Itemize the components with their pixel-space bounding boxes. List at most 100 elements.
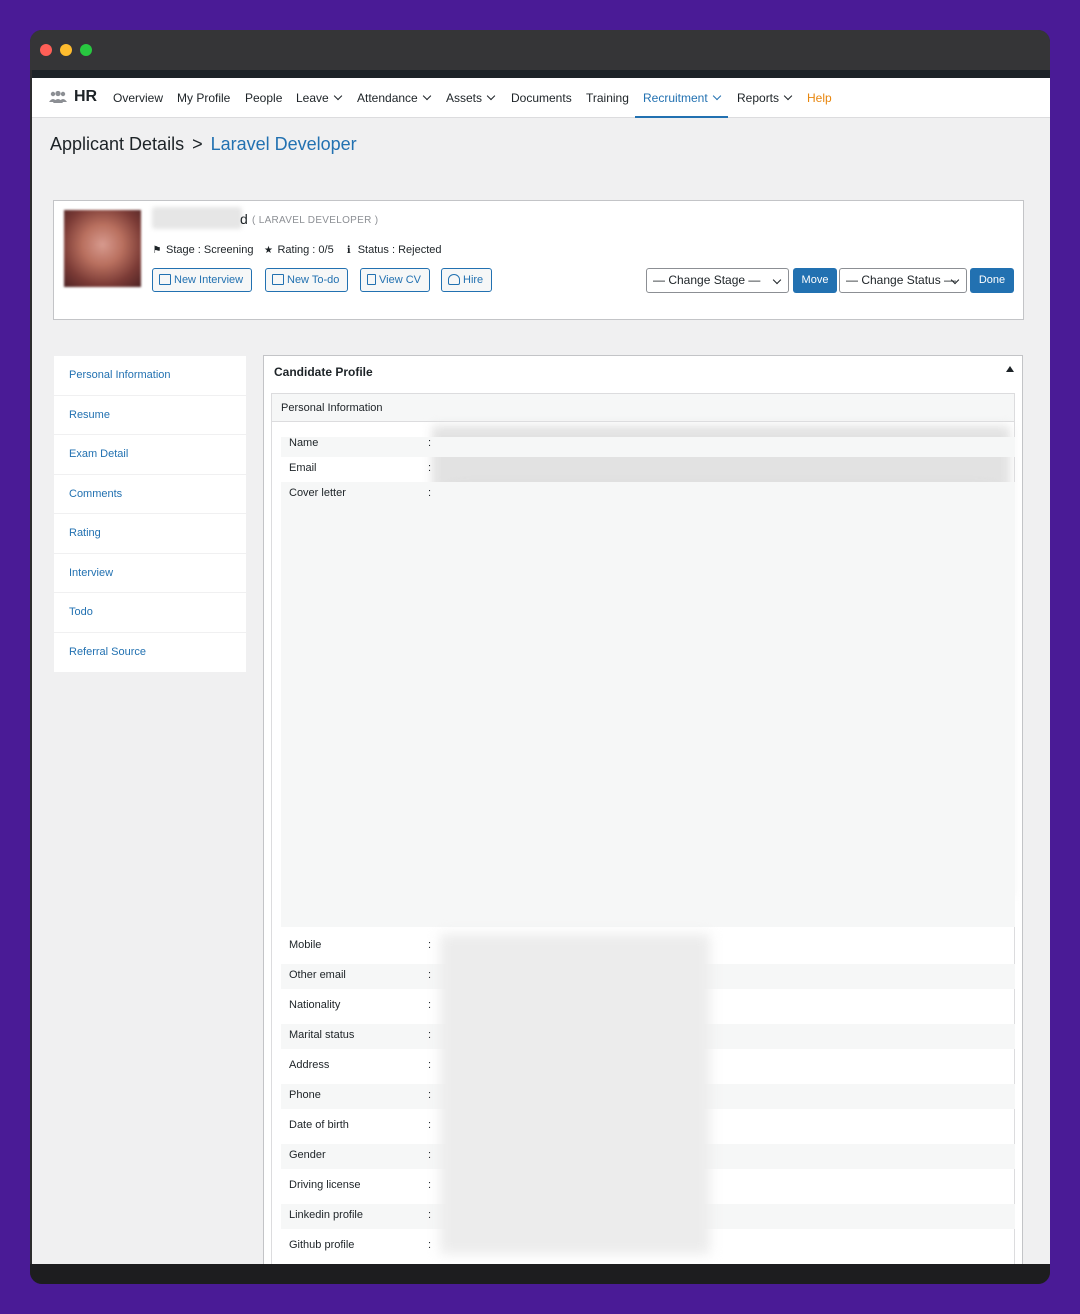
field-colon: : [428,1029,432,1041]
field-colon: : [428,1149,432,1161]
nav-training[interactable]: Training [586,78,629,118]
nav-label: My Profile [177,91,231,105]
nav-label: Assets [446,91,483,105]
status-text: Status : Rejected [357,244,442,256]
section-title: Personal Information [281,402,383,414]
applicant-photo [64,210,141,287]
page-title: Applicant Details > Laravel Developer [50,134,357,155]
breadcrumb-separator: > [192,134,203,154]
sidenav-personal-information[interactable]: Personal Information [54,356,246,396]
sidenav-label: Exam Detail [69,448,129,460]
nav-label: Reports [737,91,780,105]
list-icon [272,274,284,285]
move-button[interactable]: Move [793,268,837,293]
chevron-down-icon [486,91,496,101]
nav-overview[interactable]: Overview [113,78,163,118]
field-colon: : [428,1179,432,1191]
close-window-button[interactable] [40,44,52,56]
sidenav-label: Todo [69,606,93,618]
field-row-email: Email: [281,462,1015,482]
field-colon: : [428,939,432,951]
brand[interactable]: HR [48,88,97,106]
button-label: View CV [379,274,421,286]
chevron-down-icon [422,91,431,101]
field-row-cover-letter: Cover letter: [281,482,1015,927]
nav-my-profile[interactable]: My Profile [177,78,230,118]
done-button[interactable]: Done [970,268,1014,293]
nav-reports[interactable]: Reports [737,78,793,118]
rating-info: ★ Rating : 0/5 [263,244,334,256]
nav-label: Leave [296,91,329,105]
sidenav-interview[interactable]: Interview [54,554,246,593]
nav-documents[interactable]: Documents [511,78,572,118]
nav-label: Help [807,91,832,105]
field-label: Linkedin profile [289,1209,363,1221]
field-colon: : [428,487,432,499]
users-icon [49,91,67,103]
stage-text: Stage : Screening [166,244,254,256]
status-info: ℹ Status : Rejected [344,244,442,256]
nav-attendance[interactable]: Attendance [357,78,431,118]
nav-leave[interactable]: Leave [296,78,342,118]
new-interview-button[interactable]: New Interview [152,268,253,292]
chevron-down-icon [712,91,721,101]
applicant-name-redacted [152,207,242,229]
change-stage-select[interactable]: — Change Stage — [646,268,789,293]
panel-title: Candidate Profile [274,365,373,379]
field-label: Gender [289,1149,326,1161]
nav-assets[interactable]: Assets [446,78,496,118]
nav-recruitment[interactable]: Recruitment [635,78,728,118]
applicant-name: d [240,211,248,227]
select-value: — Change Status — [846,273,957,287]
field-colon: : [428,1119,432,1131]
hire-button[interactable]: Hire [441,268,493,292]
button-label: New Interview [174,274,244,286]
view-cv-button[interactable]: View CV [360,268,430,292]
personal-information-section: Personal Information Name: Email: Cover … [271,393,1015,1264]
field-colon: : [428,999,432,1011]
nav-label: Overview [113,91,164,105]
sidenav-label: Referral Source [69,645,147,658]
sidenav-comments[interactable]: Comments [54,475,246,514]
new-todo-button[interactable]: New To-do [265,268,349,292]
window-bottom-bar [30,1264,1050,1284]
change-status-select[interactable]: — Change Status — [839,268,967,293]
field-colon: : [428,462,432,474]
field-label: Nationality [289,999,341,1011]
chevron-down-icon [783,91,793,101]
field-label: Name [289,437,319,449]
nav-help[interactable]: Help [807,78,832,118]
candidate-profile-panel: Candidate Profile Personal Information N… [263,355,1023,1264]
sidenav-resume[interactable]: Resume [54,396,246,435]
field-colon: : [428,437,432,449]
sidenav-todo[interactable]: Todo [54,593,246,633]
sidenav-rating[interactable]: Rating [54,514,246,554]
calendar-icon [159,274,171,285]
sidenav-referral-source[interactable]: Referral Source [54,633,246,673]
field-label: Driving license [289,1179,361,1191]
breadcrumb-job-link[interactable]: Laravel Developer [211,134,357,154]
brand-title: HR [74,88,98,105]
field-colon: : [428,1059,432,1071]
applicant-position: ( LARAVEL DEVELOPER ) [252,215,379,226]
applicant-summary: d ( LARAVEL DEVELOPER ) ⚑ Stage : Screeni… [53,200,1024,320]
sidenav-exam-detail[interactable]: Exam Detail [54,435,246,475]
redacted-contact-values [440,934,710,1254]
collapse-toggle-icon[interactable] [1006,366,1014,372]
star-icon: ★ [263,245,273,256]
field-label: Date of birth [289,1119,349,1131]
browser-content: HR Overview My Profile People Leave Atte… [32,70,1050,1264]
flag-icon: ⚑ [152,245,162,256]
button-label: New To-do [287,274,340,286]
field-label: Phone [289,1089,321,1101]
zoom-window-button[interactable] [80,44,92,56]
title-bar [30,30,1050,70]
document-icon [367,274,376,285]
select-value: — Change Stage — [653,273,761,287]
minimize-window-button[interactable] [60,44,72,56]
rating-text: Rating : 0/5 [277,244,334,256]
field-colon: : [428,1089,432,1101]
nav-people[interactable]: People [245,78,282,118]
sidenav-label: Personal Information [69,369,171,381]
field-colon: : [428,1239,432,1251]
